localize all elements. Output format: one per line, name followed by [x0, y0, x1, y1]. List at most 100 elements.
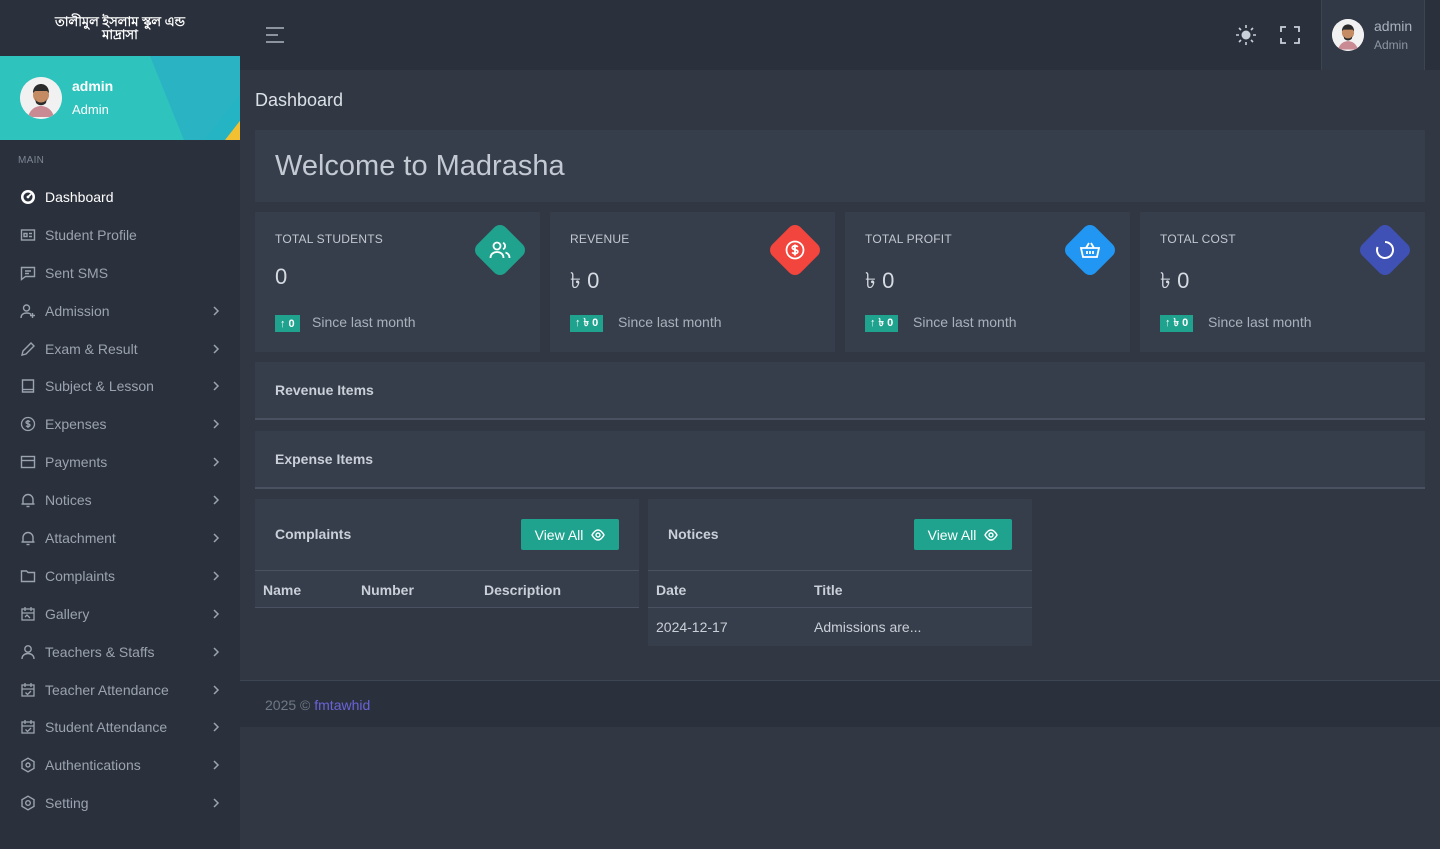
message-icon	[19, 264, 36, 281]
user-menu[interactable]: admin Admin	[1321, 0, 1425, 70]
stat-card: TOTAL PROFIT ৳ 0 ↑ ৳ 0 Since last month	[845, 212, 1130, 352]
footer: 2025 © fmtawhid	[240, 680, 1440, 727]
stat-since-text: Since last month	[312, 314, 416, 330]
sidebar-item-label: Setting	[45, 795, 89, 812]
stat-value: 0	[275, 264, 288, 289]
revenue-items-section: Revenue Items	[255, 362, 1425, 420]
sidebar-item-complaints[interactable]: Complaints	[0, 557, 240, 595]
chevron-right-icon	[213, 495, 220, 505]
notice-date: 2024-12-17	[656, 619, 728, 635]
sidebar-user-role: Admin	[72, 102, 109, 117]
view-all-label: View All	[534, 526, 584, 543]
sidebar-item-label: Complaints	[45, 567, 116, 584]
sidebar-item-label: Expenses	[45, 416, 107, 433]
stat-label: TOTAL STUDENTS	[275, 232, 383, 246]
brand-title[interactable]: তালীমুল ইসলাম স্কুল এন্ড মাদ্রাসা	[0, 0, 240, 56]
notices-view-all-button[interactable]: View All	[914, 519, 1012, 550]
settings-icon	[19, 795, 36, 812]
sidebar-item-label: Notices	[45, 492, 92, 509]
eye-icon	[984, 528, 999, 541]
sidebar-item-expenses[interactable]: Expenses	[0, 405, 240, 443]
pencil-icon	[19, 340, 36, 357]
user-plus-icon	[19, 302, 36, 319]
column-header-number: Number	[361, 582, 414, 598]
sidebar-item-exam-result[interactable]: Exam & Result	[0, 330, 240, 368]
sidebar: তালীমুল ইসলাম স্কুল এন্ড মাদ্রাসা admin …	[0, 0, 240, 849]
stat-value: ৳ 0	[1160, 268, 1190, 293]
sidebar-item-dashboard[interactable]: Dashboard	[0, 178, 240, 216]
dollar-circle-icon	[19, 416, 36, 433]
sidebar-item-label: Student Profile	[45, 226, 137, 243]
footer-text: 2025 © fmtawhid	[265, 697, 370, 713]
sidebar-item-label: Teachers & Staffs	[45, 643, 155, 660]
complaints-panel: Complaints View All Name Number Descript…	[255, 499, 639, 608]
copyright-text: 2025 ©	[265, 697, 315, 713]
sidebar-item-label: Gallery	[45, 605, 90, 622]
hexagon-icon	[19, 757, 36, 774]
sidebar-item-payments[interactable]: Payments	[0, 443, 240, 481]
sidebar-item-setting[interactable]: Setting	[0, 784, 240, 822]
hamburger-icon[interactable]	[265, 26, 285, 44]
column-header-description: Description	[484, 582, 562, 598]
avatar[interactable]	[20, 77, 62, 119]
column-header-name: Name	[263, 582, 302, 598]
sidebar-item-sent-sms[interactable]: Sent SMS	[0, 254, 240, 292]
user-icon	[19, 643, 36, 660]
stat-card: TOTAL STUDENTS 0 ↑ 0 Since last month	[255, 212, 540, 352]
sidebar-item-notices[interactable]: Notices	[0, 481, 240, 519]
chevron-right-icon	[213, 381, 220, 391]
sidebar-item-label: Attachment	[45, 529, 116, 546]
sidebar-item-teacher-attendance[interactable]: Teacher Attendance	[0, 671, 240, 709]
chevron-right-icon	[213, 306, 220, 316]
sidebar-item-subject-lesson[interactable]: Subject & Lesson	[0, 367, 240, 405]
stat-since-text: Since last month	[913, 314, 1017, 330]
dashboard-icon	[19, 188, 36, 205]
sidebar-item-admission[interactable]: Admission	[0, 292, 240, 330]
stat-change-badge: ↑ ৳ 0	[570, 315, 604, 332]
complaints-table-header: Name Number Description	[255, 570, 639, 608]
basket-icon	[1070, 230, 1110, 270]
bell-icon	[19, 529, 36, 546]
stat-label: REVENUE	[570, 232, 630, 246]
column-header-date: Date	[656, 582, 687, 598]
sidebar-item-authentications[interactable]: Authentications	[0, 746, 240, 784]
stat-card: REVENUE ৳ 0 ↑ ৳ 0 Since last month	[550, 212, 835, 352]
notices-table-header: Date Title	[648, 570, 1032, 608]
stat-card: TOTAL COST ৳ 0 ↑ ৳ 0 Since last month	[1140, 212, 1425, 352]
sidebar-item-student-attendance[interactable]: Student Attendance	[0, 708, 240, 746]
sidebar-item-label: Dashboard	[45, 188, 114, 205]
expense-items-section: Expense Items	[255, 431, 1425, 489]
revenue-items-title: Revenue Items	[275, 382, 374, 398]
sidebar-item-teachers-staffs[interactable]: Teachers & Staffs	[0, 633, 240, 671]
image-icon	[19, 605, 36, 622]
stat-value: ৳ 0	[570, 268, 600, 293]
sidebar-item-label: Payments	[45, 454, 108, 471]
footer-author-link[interactable]: fmtawhid	[314, 697, 370, 713]
sidebar-item-label: Authentications	[45, 757, 141, 774]
sun-icon[interactable]	[1236, 25, 1256, 45]
menu-section-label: MAIN	[18, 155, 45, 166]
welcome-heading: Welcome to Madrasha	[275, 150, 565, 182]
dollar-circle-icon	[775, 230, 815, 270]
page-title: Dashboard	[255, 90, 344, 110]
column-header-title: Title	[814, 582, 843, 598]
topbar-user-role: Admin	[1374, 38, 1409, 52]
sidebar-item-gallery[interactable]: Gallery	[0, 595, 240, 633]
credit-card-icon	[19, 454, 36, 471]
fullscreen-icon[interactable]	[1280, 26, 1300, 44]
sidebar-item-label: Student Attendance	[45, 719, 168, 736]
complaints-view-all-button[interactable]: View All	[521, 519, 619, 550]
sidebar-menu: Dashboard Student Profile Sent SMS Admissio…	[0, 178, 240, 822]
stat-since-text: Since last month	[618, 314, 722, 330]
chevron-right-icon	[213, 419, 220, 429]
table-row[interactable]: 2024-12-17 Admissions are...	[648, 608, 1032, 646]
topbar: admin Admin	[240, 0, 1440, 70]
loader-icon	[1365, 230, 1405, 270]
sidebar-item-attachment[interactable]: Attachment	[0, 519, 240, 557]
notice-title: Admissions are...	[814, 619, 922, 635]
stat-label: TOTAL COST	[1160, 232, 1236, 246]
notices-panel: Notices View All Date Title 2024-12-17 A…	[648, 499, 1032, 646]
chevron-right-icon	[213, 571, 220, 581]
eye-icon	[591, 528, 606, 541]
sidebar-item-student-profile[interactable]: Student Profile	[0, 216, 240, 254]
